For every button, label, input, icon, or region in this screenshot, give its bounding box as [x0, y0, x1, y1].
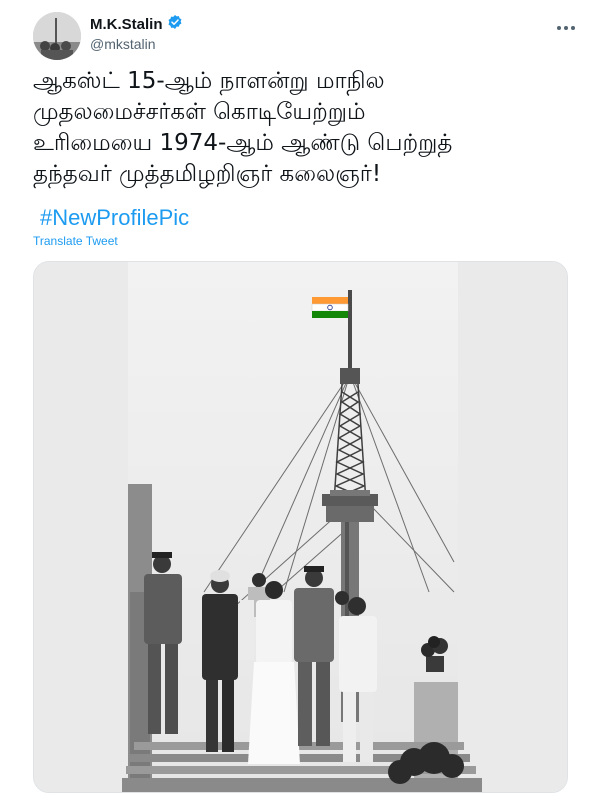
user-names: M.K.Stalin @mkstalin [90, 14, 183, 52]
tweet-text: ஆகஸ்ட் 15-ஆம் நாளன்று மாநில முதலமைச்சர்க… [33, 66, 553, 190]
display-name[interactable]: M.K.Stalin [90, 16, 163, 33]
tweet-text-line: ஆகஸ்ட் 15-ஆம் நாளன்று மாநில [33, 68, 385, 94]
translate-tweet-link[interactable]: Translate Tweet [33, 234, 118, 248]
flag [312, 297, 348, 304]
tweet-text-line: முதலமைச்சர்கள் கொடியேற்றும் [33, 99, 366, 125]
tweet-header: M.K.Stalin @mkstalin [33, 10, 586, 60]
tweet-photo[interactable] [33, 261, 568, 793]
tweet-text-line: தந்தவர் முத்தமிழறிஞர் கலைஞர்! [33, 161, 382, 187]
verified-badge-icon [167, 14, 183, 34]
avatar[interactable] [33, 12, 81, 60]
tweet-text-line: உரிமையை 1974-ஆம் ஆண்டு பெற்றுத் [33, 130, 453, 156]
user-handle[interactable]: @mkstalin [90, 36, 183, 52]
more-options-icon[interactable] [552, 16, 580, 40]
hashtag-link[interactable]: #NewProfilePic [40, 205, 189, 231]
display-name-row[interactable]: M.K.Stalin [90, 14, 183, 34]
